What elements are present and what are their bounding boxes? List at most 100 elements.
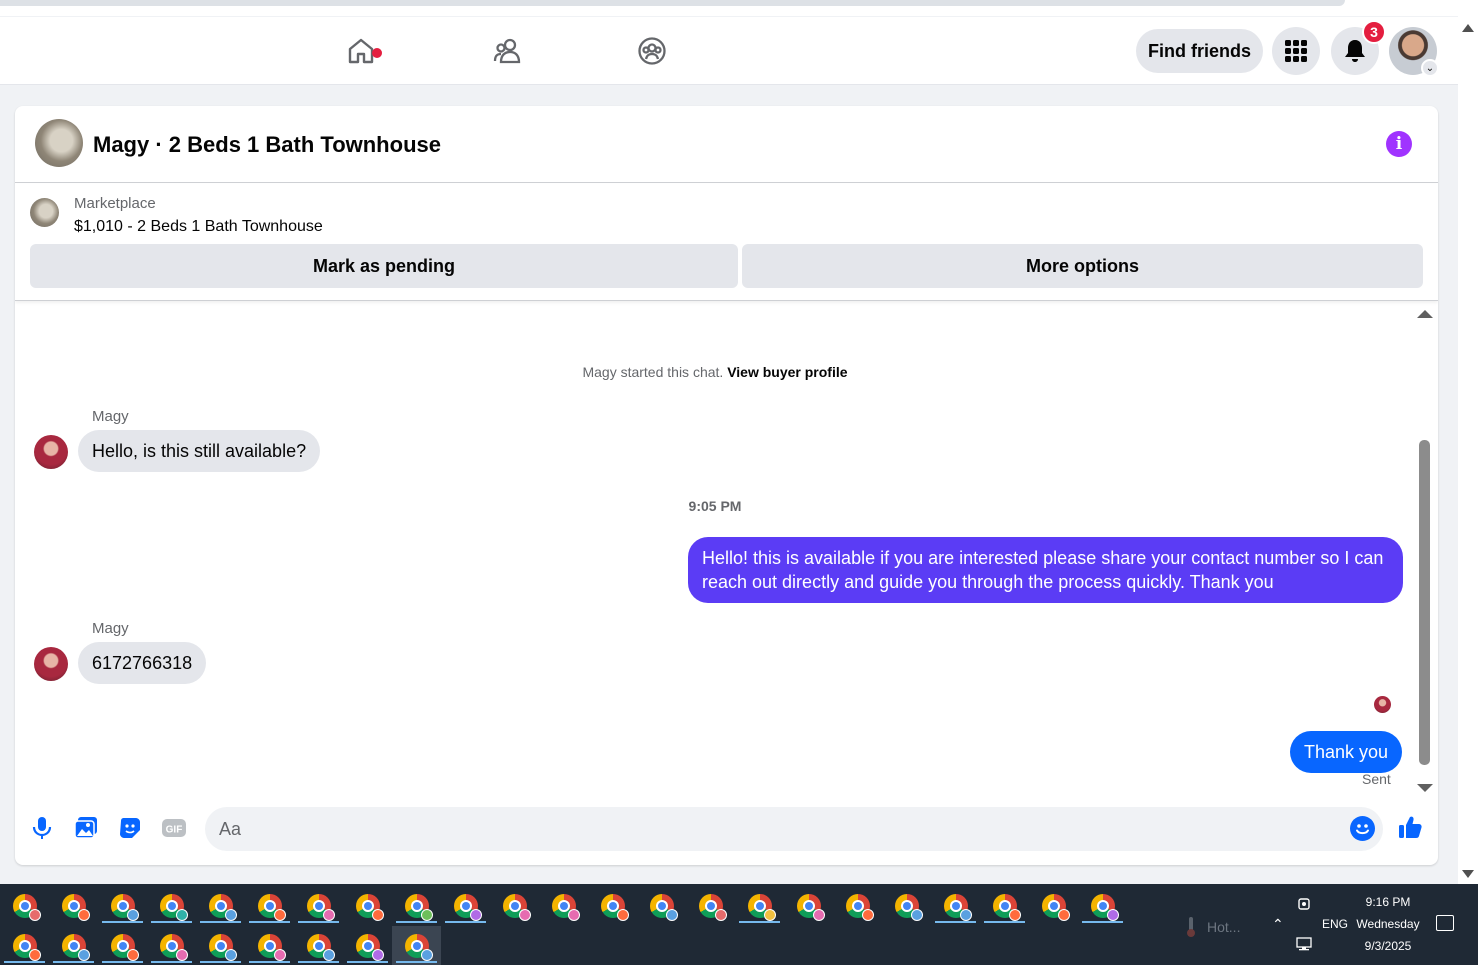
chrome-icon [845,894,874,921]
listing-title[interactable]: $1,010 - 2 Beds 1 Bath Townhouse [74,218,323,236]
scroll-up-arrow-icon[interactable] [1417,310,1433,318]
page-scrollbar[interactable] [1458,16,1478,884]
sticker-icon[interactable] [117,815,143,841]
clock-date[interactable]: 9/3/2025 [1352,939,1424,953]
taskbar-chrome-window[interactable] [735,886,784,926]
taskbar-chrome-window[interactable] [539,886,588,926]
taskbar-chrome-window[interactable] [637,886,686,926]
chat-started-text: Magy started this chat. [582,364,724,380]
chat-started-notice: Magy started this chat. View buyer profi… [15,364,1415,380]
info-icon[interactable]: i [1386,131,1412,157]
message-list[interactable]: Magy started this chat. View buyer profi… [15,302,1438,800]
network-icon[interactable] [1296,937,1312,951]
weather-widget[interactable]: Hot... [1185,916,1240,938]
chevron-down-icon[interactable]: ⌄ [1421,59,1439,77]
taskbar-chrome-window[interactable] [196,926,245,965]
taskbar-chrome-window[interactable] [0,886,49,926]
taskbar-chrome-window[interactable] [392,886,441,926]
outgoing-message[interactable]: Thank you [1290,731,1403,773]
groups-icon[interactable] [635,34,669,68]
chevron-up-icon[interactable]: ⌃ [1272,916,1284,933]
taskbar-chrome-window[interactable] [0,926,49,965]
chrome-icon [12,894,41,921]
view-buyer-profile-link[interactable]: View buyer profile [727,364,847,380]
chrome-icon [502,894,531,921]
taskbar-chrome-window[interactable] [784,886,833,926]
friends-icon[interactable] [490,34,524,68]
find-friends-button[interactable]: Find friends [1136,29,1263,73]
taskbar-chrome-window[interactable] [294,926,343,965]
marketplace-listing-section: Marketplace $1,010 - 2 Beds 1 Bath Townh… [15,184,1438,301]
mark-as-pending-button[interactable]: Mark as pending [30,244,738,288]
taskbar-chrome-window[interactable] [196,886,245,926]
taskbar-chrome-window[interactable] [931,886,980,926]
top-navbar: Find friends 3 ⌄ [0,17,1458,85]
taskbar-chrome-window[interactable] [882,886,931,926]
gif-label: GIF [166,825,183,836]
taskbar-chrome-window[interactable] [98,886,147,926]
taskbar-chrome-window[interactable] [98,926,147,965]
chrome-icon [1090,894,1119,921]
meet-now-icon[interactable] [1297,896,1311,912]
taskbar-chrome-window[interactable] [49,886,98,926]
taskbar-chrome-window[interactable] [980,886,1029,926]
scroll-down-arrow-icon[interactable] [1417,784,1433,792]
gif-icon[interactable]: GIF [161,815,187,841]
taskbar-chrome-window[interactable] [245,926,294,965]
chat-title[interactable]: Magy · 2 Beds 1 Bath Townhouse [93,132,441,158]
chrome-icon [894,894,923,921]
taskbar-chrome-window[interactable] [147,886,196,926]
menu-grid-icon [1285,40,1307,62]
microphone-icon[interactable] [29,815,55,841]
taskbar-chrome-window[interactable] [294,886,343,926]
listing-thumbnail-small[interactable] [30,198,59,227]
scrollbar-thumb[interactable] [1419,440,1430,765]
photo-icon[interactable] [73,815,99,841]
taskbar-chrome-window[interactable] [1029,886,1078,926]
incoming-message[interactable]: Hello, is this still available? [78,430,321,472]
sender-name: Magy [92,620,129,637]
taskbar-chrome-window[interactable] [49,926,98,965]
taskbar-chrome-window[interactable] [441,886,490,926]
taskbar-chrome-window[interactable] [833,886,882,926]
taskbar-chrome-window[interactable] [343,926,392,965]
emoji-icon[interactable] [1350,816,1375,841]
chrome-icon [1041,894,1070,921]
message-composer: GIF [15,806,1438,853]
chrome-icon [306,934,335,961]
browser-top-strip [0,0,1478,16]
listing-thumbnail[interactable] [35,119,83,167]
outgoing-message[interactable]: Hello! this is available if you are inte… [688,537,1403,603]
chrome-icon [257,894,286,921]
scroll-up-arrow-icon[interactable] [1462,24,1474,32]
taskbar-chrome-window[interactable] [343,886,392,926]
chrome-icon [159,934,188,961]
chrome-icon [943,894,972,921]
incoming-message[interactable]: 6172766318 [78,642,207,684]
taskbar-chrome-window[interactable] [588,886,637,926]
chrome-icon [257,934,286,961]
bell-icon [1345,40,1365,62]
taskbar-chrome-window[interactable] [686,886,735,926]
thumbs-up-icon[interactable] [1397,814,1423,840]
chrome-icon [404,894,433,921]
taskbar-chrome-window[interactable] [245,886,294,926]
chrome-icon [208,934,237,961]
taskbar-chrome-window[interactable] [392,926,441,965]
taskbar-chrome-window[interactable] [490,886,539,926]
notification-center-icon[interactable] [1436,915,1454,931]
message-input[interactable] [205,807,1383,851]
clock-time[interactable]: 9:16 PM [1358,895,1418,909]
scroll-down-arrow-icon[interactable] [1462,870,1474,878]
clock-day[interactable]: Wednesday [1352,917,1424,931]
avatar[interactable] [34,647,68,681]
menu-button[interactable] [1272,27,1320,75]
taskbar-chrome-window[interactable] [147,926,196,965]
taskbar-chrome-window[interactable] [1078,886,1127,926]
chrome-icon [649,894,678,921]
chat-scrollbar[interactable] [1411,306,1438,796]
chrome-icon [551,894,580,921]
language-indicator[interactable]: ENG [1322,917,1348,931]
avatar[interactable] [34,435,68,469]
more-options-button[interactable]: More options [742,244,1423,288]
